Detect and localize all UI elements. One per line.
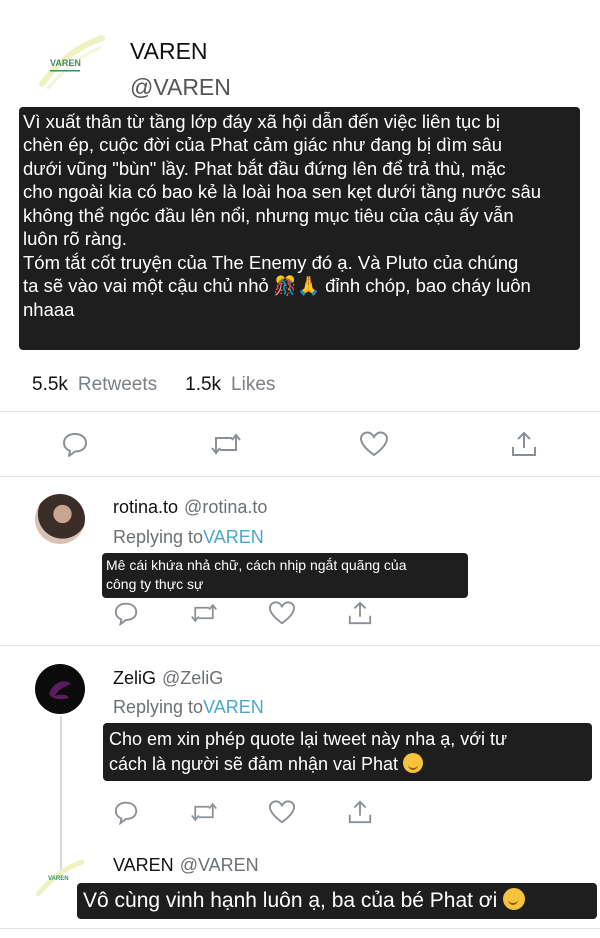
reply-author-handle[interactable]: @ZeliG — [162, 668, 223, 688]
avatar[interactable] — [35, 494, 85, 544]
share-button[interactable] — [347, 799, 373, 825]
replying-to-link[interactable]: VAREN — [203, 527, 264, 547]
reply-author-handle[interactable]: @rotina.to — [184, 497, 267, 517]
reply-button[interactable] — [113, 799, 139, 825]
reply-author[interactable]: ZeliG @ZeliG — [113, 668, 223, 689]
retweets-count[interactable]: 5.5k — [32, 374, 68, 396]
replying-to-label: Replying to — [113, 697, 204, 717]
share-button[interactable] — [510, 430, 538, 458]
like-button[interactable] — [268, 600, 296, 626]
replying-to-label: Replying to — [113, 527, 204, 547]
reply-caption-text: Cho em xin phép quote lại tweet này nha … — [109, 729, 508, 775]
likes-count[interactable]: 1.5k — [185, 374, 221, 396]
replying-to-link[interactable]: VAREN — [203, 697, 264, 717]
replying-to: Replying toVAREN — [113, 527, 264, 548]
author-name[interactable]: VAREN — [130, 38, 208, 65]
retweet-button[interactable] — [190, 600, 218, 626]
divider — [0, 645, 600, 646]
divider — [0, 411, 600, 412]
reply-author-name[interactable]: ZeliG — [113, 668, 156, 688]
varen-logo[interactable]: VAREN — [38, 32, 106, 92]
like-icon — [359, 431, 389, 457]
like-button[interactable] — [359, 430, 389, 458]
retweet-icon — [191, 802, 217, 822]
reply-caption: Mê cái khứa nhả chữ, cách nhịp ngắt quãn… — [102, 553, 468, 598]
reply-caption: Cho em xin phép quote lại tweet này nha … — [103, 723, 592, 781]
retweet-icon — [191, 603, 217, 623]
like-icon — [268, 601, 296, 625]
tweet-caption: Vì xuất thân từ tầng lớp đáy xã hội dẫn … — [19, 107, 580, 350]
share-button[interactable] — [347, 600, 373, 626]
divider — [0, 476, 600, 477]
smiling-emoji-icon — [503, 888, 526, 910]
reply-icon — [114, 801, 138, 825]
retweet-icon — [211, 433, 241, 455]
retweet-button[interactable] — [210, 430, 242, 458]
share-icon — [348, 601, 372, 625]
logo-text: VAREN — [48, 876, 69, 882]
retweets-label[interactable]: Retweets — [78, 374, 157, 396]
like-icon — [268, 800, 296, 824]
reply-author[interactable]: VAREN @VAREN — [113, 855, 259, 876]
divider — [0, 928, 600, 929]
reply-button[interactable] — [113, 600, 139, 626]
tweet-stats: 5.5k Retweets 1.5k Likes — [32, 374, 275, 396]
retweet-button[interactable] — [190, 799, 218, 825]
reply-button[interactable] — [61, 430, 89, 458]
reply-author-handle[interactable]: @VAREN — [180, 855, 259, 875]
author-handle[interactable]: @VAREN — [130, 74, 231, 101]
reply-author[interactable]: rotina.to @rotina.to — [113, 497, 267, 518]
reply-icon — [114, 602, 138, 626]
reply-author-name[interactable]: rotina.to — [113, 497, 178, 517]
reply-icon — [63, 433, 87, 457]
thread-line — [60, 716, 62, 878]
avatar[interactable] — [35, 664, 85, 714]
logo-text: VAREN — [50, 58, 81, 68]
likes-label[interactable]: Likes — [231, 374, 275, 396]
share-icon — [348, 800, 372, 824]
reply-caption-text: Vô cùng vinh hạnh luôn ạ, ba của bé Phat… — [83, 889, 498, 912]
reply-author-name[interactable]: VAREN — [113, 855, 174, 875]
like-button[interactable] — [268, 799, 296, 825]
share-icon — [512, 431, 536, 456]
smiling-emoji-icon — [403, 753, 424, 774]
reply-caption: Vô cùng vinh hạnh luôn ạ, ba của bé Phat… — [77, 883, 597, 919]
replying-to: Replying toVAREN — [113, 697, 264, 718]
